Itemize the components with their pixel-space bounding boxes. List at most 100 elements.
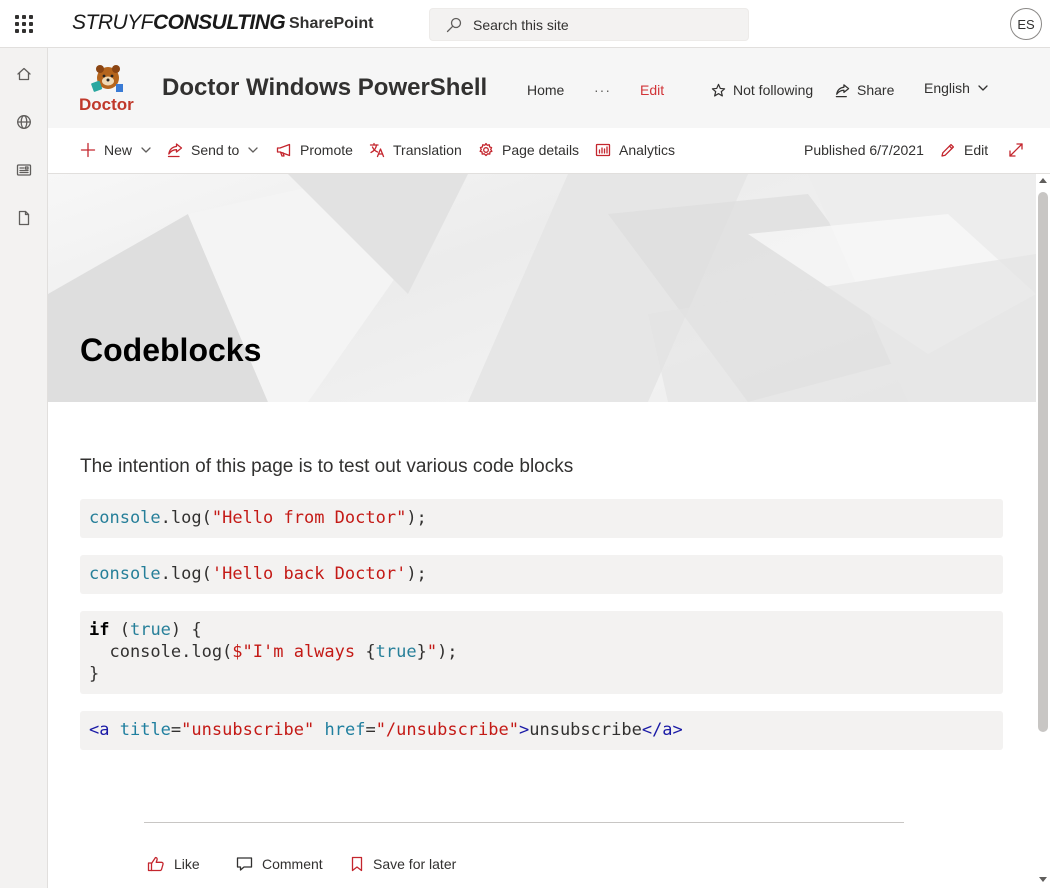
star-icon bbox=[711, 83, 726, 98]
expand-icon bbox=[1008, 142, 1024, 158]
scroll-up-arrow-icon[interactable] bbox=[1039, 178, 1047, 183]
plus-icon bbox=[80, 142, 96, 158]
scrollbar-thumb[interactable] bbox=[1038, 192, 1048, 732]
chevron-down-icon bbox=[247, 144, 259, 156]
site-title[interactable]: Doctor Windows PowerShell bbox=[162, 74, 487, 102]
app-name-link[interactable]: SharePoint bbox=[289, 15, 373, 33]
code-token: = bbox=[365, 720, 376, 740]
code-token: } bbox=[416, 642, 427, 662]
new-button[interactable]: New bbox=[80, 142, 152, 158]
app-bar bbox=[0, 48, 48, 888]
nav-more-button[interactable]: ··· bbox=[594, 82, 611, 98]
pencil-icon bbox=[940, 142, 956, 158]
page-title: Codeblocks bbox=[80, 332, 262, 368]
code-tag: > bbox=[518, 720, 530, 740]
code-string: 'Hello back Doctor' bbox=[211, 564, 407, 584]
share-icon bbox=[835, 83, 850, 98]
code-token: ); bbox=[406, 564, 427, 584]
language-label: English bbox=[924, 80, 970, 96]
scrollbar[interactable] bbox=[1036, 174, 1050, 888]
code-string: "Hello from Doctor" bbox=[211, 508, 407, 528]
analytics-label: Analytics bbox=[619, 142, 676, 158]
code-token: unsubscribe bbox=[529, 720, 642, 740]
news-icon[interactable] bbox=[12, 158, 36, 182]
code-string: "/unsubscribe" bbox=[375, 720, 519, 740]
suite-bar: STRUYFCONSULTING SharePoint ES bbox=[0, 0, 1050, 48]
code-string: " bbox=[426, 642, 438, 662]
brand-logo[interactable]: STRUYFCONSULTING bbox=[72, 11, 286, 35]
promote-label: Promote bbox=[300, 142, 353, 158]
code-token: ); bbox=[406, 508, 427, 528]
code-string: "unsubscribe" bbox=[181, 720, 315, 740]
save-for-later-button[interactable]: Save for later bbox=[350, 856, 456, 872]
brand-text-bold: CONSULTING bbox=[153, 11, 286, 34]
search-icon bbox=[446, 17, 462, 33]
code-attribute: href bbox=[324, 720, 366, 740]
command-bar: New Send to Promote Translation Page det… bbox=[48, 128, 1050, 174]
promote-button[interactable]: Promote bbox=[276, 142, 353, 158]
comment-button[interactable]: Comment bbox=[236, 856, 323, 872]
send-to-button[interactable]: Send to bbox=[167, 142, 259, 158]
hero-banner: Codeblocks bbox=[48, 174, 1036, 402]
chart-icon bbox=[595, 142, 611, 158]
code-token: = bbox=[170, 720, 182, 740]
page-details-button[interactable]: Page details bbox=[478, 142, 579, 158]
home-icon[interactable] bbox=[12, 62, 36, 86]
code-tag: </a> bbox=[641, 720, 683, 740]
code-token: { bbox=[365, 642, 376, 662]
code-block-1: console.log("Hello from Doctor"); bbox=[80, 499, 1003, 538]
code-block-2: console.log('Hello back Doctor'); bbox=[80, 555, 1003, 594]
follow-label: Not following bbox=[733, 82, 814, 98]
gear-icon bbox=[478, 142, 494, 158]
edit-label: Edit bbox=[964, 142, 989, 158]
scroll-down-arrow-icon[interactable] bbox=[1039, 877, 1047, 882]
chevron-down-icon bbox=[977, 82, 989, 94]
page-details-label: Page details bbox=[502, 142, 580, 158]
share-icon bbox=[167, 142, 183, 158]
edit-page-button[interactable]: Edit bbox=[940, 142, 988, 158]
language-selector[interactable]: English bbox=[924, 80, 989, 96]
bookmark-icon bbox=[350, 856, 364, 872]
translate-icon bbox=[369, 142, 385, 158]
user-avatar[interactable]: ES bbox=[1010, 8, 1042, 40]
code-string: $"I'm always bbox=[232, 642, 366, 662]
code-token: .log( bbox=[160, 564, 212, 584]
chevron-down-icon bbox=[140, 144, 152, 156]
site-logo-text: Doctor bbox=[79, 95, 134, 114]
code-block-4: <a title="unsubscribe" href="/unsubscrib… bbox=[80, 711, 1003, 750]
translation-button[interactable]: Translation bbox=[369, 142, 462, 158]
code-token: ) { bbox=[170, 620, 202, 640]
code-token: .log( bbox=[160, 508, 212, 528]
nav-home-link[interactable]: Home bbox=[527, 82, 564, 98]
translation-label: Translation bbox=[393, 142, 462, 158]
like-label: Like bbox=[174, 856, 200, 872]
expand-button[interactable] bbox=[1008, 142, 1024, 158]
code-block-3: if (true) { console.log($"I'm always {tr… bbox=[80, 611, 1003, 694]
like-button[interactable]: Like bbox=[147, 856, 200, 872]
follow-button[interactable]: Not following bbox=[711, 82, 813, 98]
page-icon[interactable] bbox=[12, 206, 36, 230]
code-token: console bbox=[89, 508, 161, 528]
site-header: Doctor Doctor Windows PowerShell Home ··… bbox=[48, 48, 1050, 128]
code-token: ( bbox=[109, 620, 130, 640]
search-input[interactable] bbox=[473, 15, 733, 35]
app-launcher-icon[interactable] bbox=[12, 12, 36, 36]
code-token: ); bbox=[437, 642, 458, 662]
intro-text: The intention of this page is to test ou… bbox=[80, 456, 574, 477]
code-keyword: if bbox=[89, 620, 110, 640]
code-token: console.log( bbox=[89, 642, 233, 662]
megaphone-icon bbox=[276, 142, 292, 158]
site-logo[interactable]: Doctor bbox=[78, 62, 142, 114]
new-label: New bbox=[104, 142, 133, 158]
page-content: Codeblocks The intention of this page is… bbox=[48, 174, 1036, 888]
code-token: console bbox=[89, 564, 161, 584]
search-box[interactable] bbox=[429, 8, 749, 41]
share-button[interactable]: Share bbox=[835, 82, 894, 98]
code-token: } bbox=[89, 664, 100, 684]
analytics-button[interactable]: Analytics bbox=[595, 142, 675, 158]
globe-icon[interactable] bbox=[12, 110, 36, 134]
save-for-later-label: Save for later bbox=[373, 856, 457, 872]
published-status: Published 6/7/2021 bbox=[804, 142, 924, 158]
nav-edit-link[interactable]: Edit bbox=[640, 82, 664, 98]
share-label: Share bbox=[857, 82, 895, 98]
